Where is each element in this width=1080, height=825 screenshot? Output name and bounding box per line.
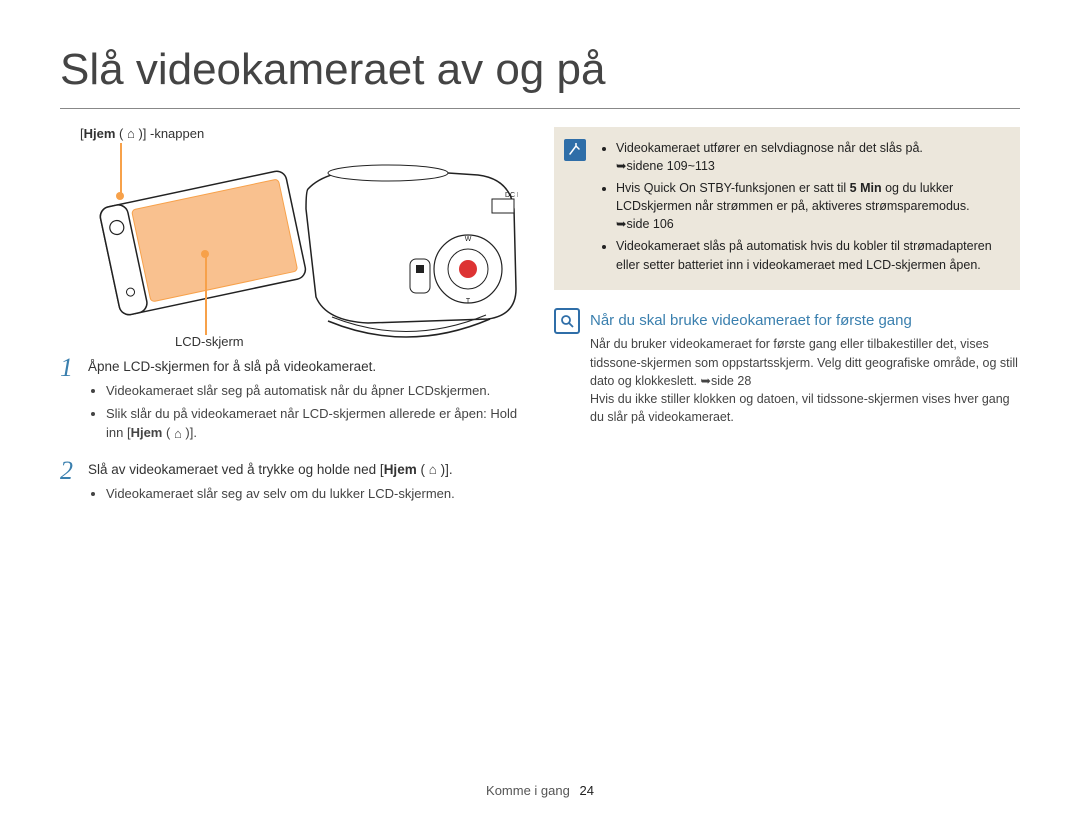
first-time-paragraph-2: Hvis du ikke stiller klokken og datoen, … bbox=[590, 390, 1020, 426]
home-icon: ⌂ bbox=[174, 425, 182, 444]
note-item-1: Videokameraet utfører en selvdiagnose nå… bbox=[616, 139, 1006, 175]
note-icon bbox=[564, 139, 586, 161]
step-1-bullet-2: Slik slår du på videokameraet når LCD-sk… bbox=[106, 405, 526, 444]
camcorder-illustration: W T DC IN ▸ bbox=[78, 149, 518, 339]
first-time-heading: Når du skal bruke videokameraet for førs… bbox=[590, 310, 1020, 332]
step-1-bullet-1: Videokameraet slår seg på automatisk når… bbox=[106, 382, 526, 401]
label-lcd-screen: LCD-skjerm bbox=[175, 333, 244, 352]
step-2-bullet-1: Videokameraet slår seg av selv om du luk… bbox=[106, 485, 526, 504]
step-2: Slå av videokameraet ved å trykke og hol… bbox=[60, 460, 526, 504]
svg-text:T: T bbox=[466, 298, 471, 305]
info-note-box: Videokameraet utfører en selvdiagnose nå… bbox=[554, 127, 1020, 290]
footer-section: Komme i gang bbox=[486, 783, 570, 798]
svg-text:W: W bbox=[465, 236, 472, 243]
first-time-section: Når du skal bruke videokameraet for førs… bbox=[554, 310, 1020, 426]
note-item-3: Videokameraet slås på automatisk hvis du… bbox=[616, 237, 1006, 273]
note-item-2: Hvis Quick On STBY-funksjonen er satt ti… bbox=[616, 179, 1006, 233]
label-home-button: [Hjem ( ⌂ )] -knappen bbox=[80, 125, 204, 144]
svg-text:DC IN ▸: DC IN ▸ bbox=[505, 192, 518, 199]
first-time-paragraph-1: Når du bruker videokameraet for første g… bbox=[590, 335, 1020, 389]
step-1: Åpne LCD-skjermen for å slå på videokame… bbox=[60, 357, 526, 444]
camcorder-diagram: [Hjem ( ⌂ )] -knappen bbox=[60, 127, 526, 357]
footer-page-number: 24 bbox=[579, 783, 593, 798]
page-title: Slå videokameraet av og på bbox=[60, 38, 1020, 109]
magnifier-icon bbox=[554, 308, 580, 334]
page-footer: Komme i gang 24 bbox=[0, 782, 1080, 801]
